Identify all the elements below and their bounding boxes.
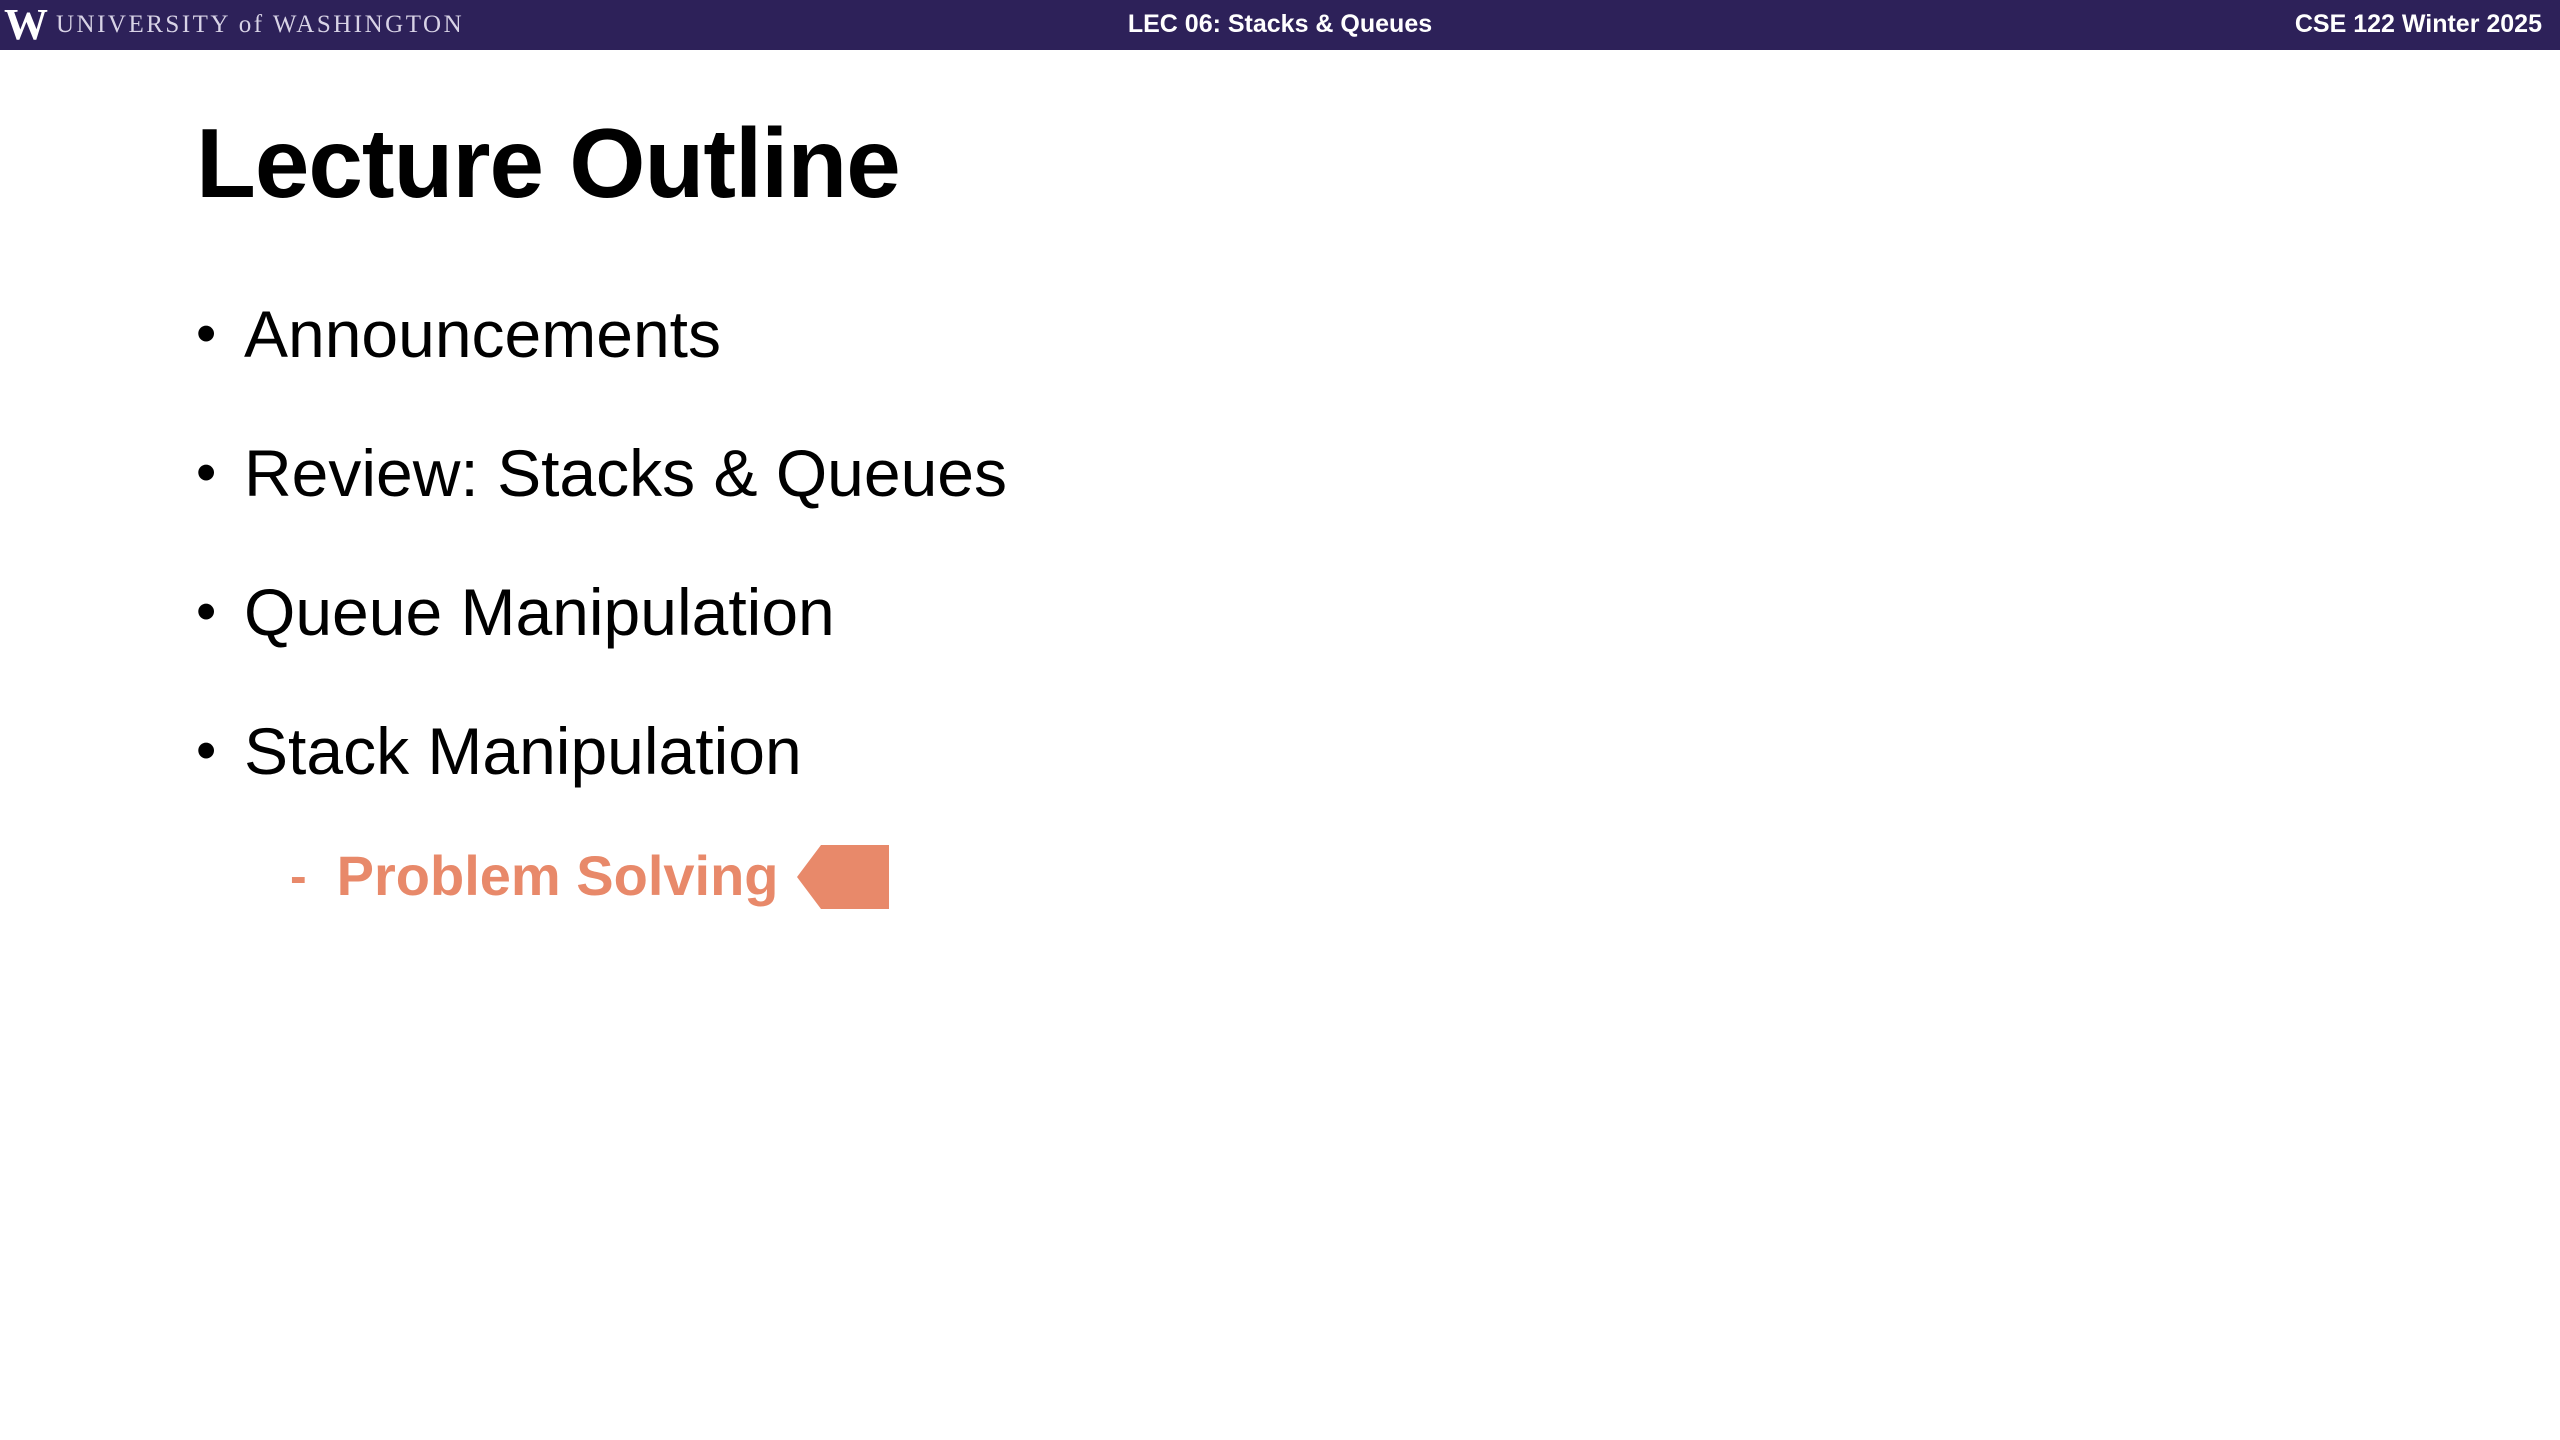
bullet-icon: •	[196, 301, 217, 366]
outline-item-queue-manipulation: • Queue Manipulation	[196, 564, 1007, 703]
outline-list: • Announcements • Review: Stacks & Queue…	[196, 286, 1007, 842]
bullet-icon: •	[196, 440, 217, 505]
header-bar: W UNIVERSITY of WASHINGTON LEC 06: Stack…	[0, 0, 2560, 50]
sub-item-problem-solving: - Problem Solving	[290, 838, 779, 914]
outline-item-label: Announcements	[244, 297, 721, 371]
outline-item-label: Queue Manipulation	[244, 575, 835, 649]
course-label: CSE 122 Winter 2025	[2294, 10, 2542, 38]
outline-item-announcements: • Announcements	[196, 286, 1007, 425]
sub-item-dash: -	[290, 848, 307, 904]
outline-item-stack-manipulation: • Stack Manipulation	[196, 703, 1007, 842]
outline-item-label: Review: Stacks & Queues	[244, 436, 1007, 510]
outline-item-label: Stack Manipulation	[244, 714, 802, 788]
lecture-title: LEC 06: Stacks & Queues	[1127, 10, 1433, 38]
bullet-icon: •	[196, 718, 217, 783]
current-section-arrow-icon	[797, 845, 889, 909]
sub-item-label: Problem Solving	[336, 844, 779, 907]
slide-title: Lecture Outline	[196, 108, 901, 218]
bullet-icon: •	[196, 579, 217, 644]
outline-item-review: • Review: Stacks & Queues	[196, 425, 1007, 564]
